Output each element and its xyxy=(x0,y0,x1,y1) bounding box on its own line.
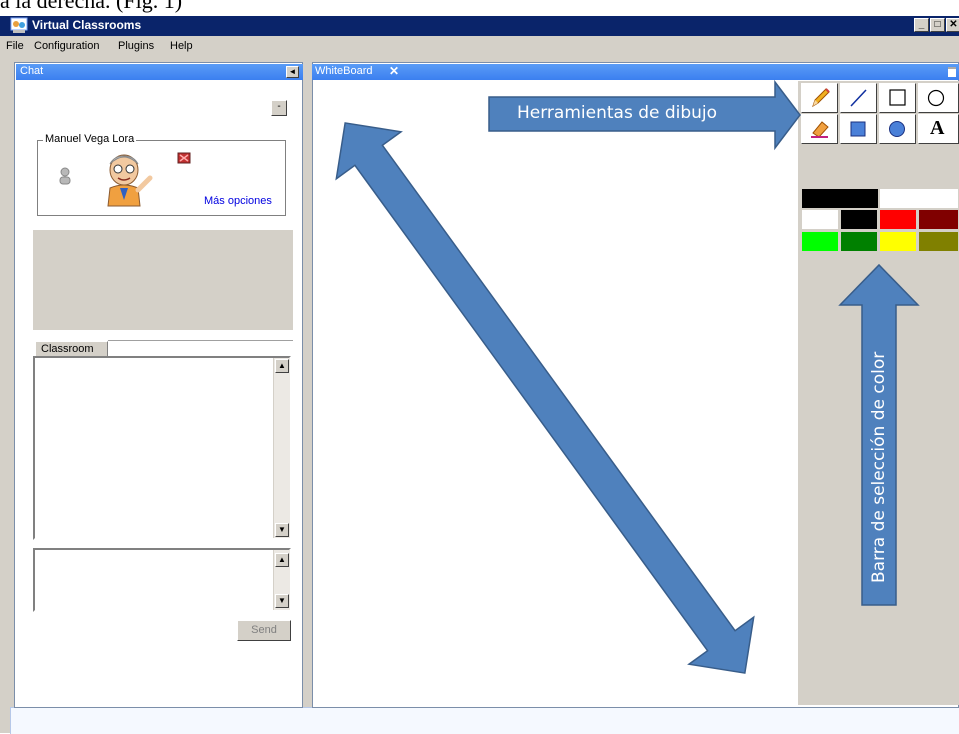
drawing-area-double-arrow xyxy=(335,122,755,674)
annotation-layer xyxy=(335,79,920,674)
color-bar-annotation-label: Barra de selección de color xyxy=(869,351,889,583)
tools-annotation-label: Herramientas de dibujo xyxy=(517,103,718,123)
